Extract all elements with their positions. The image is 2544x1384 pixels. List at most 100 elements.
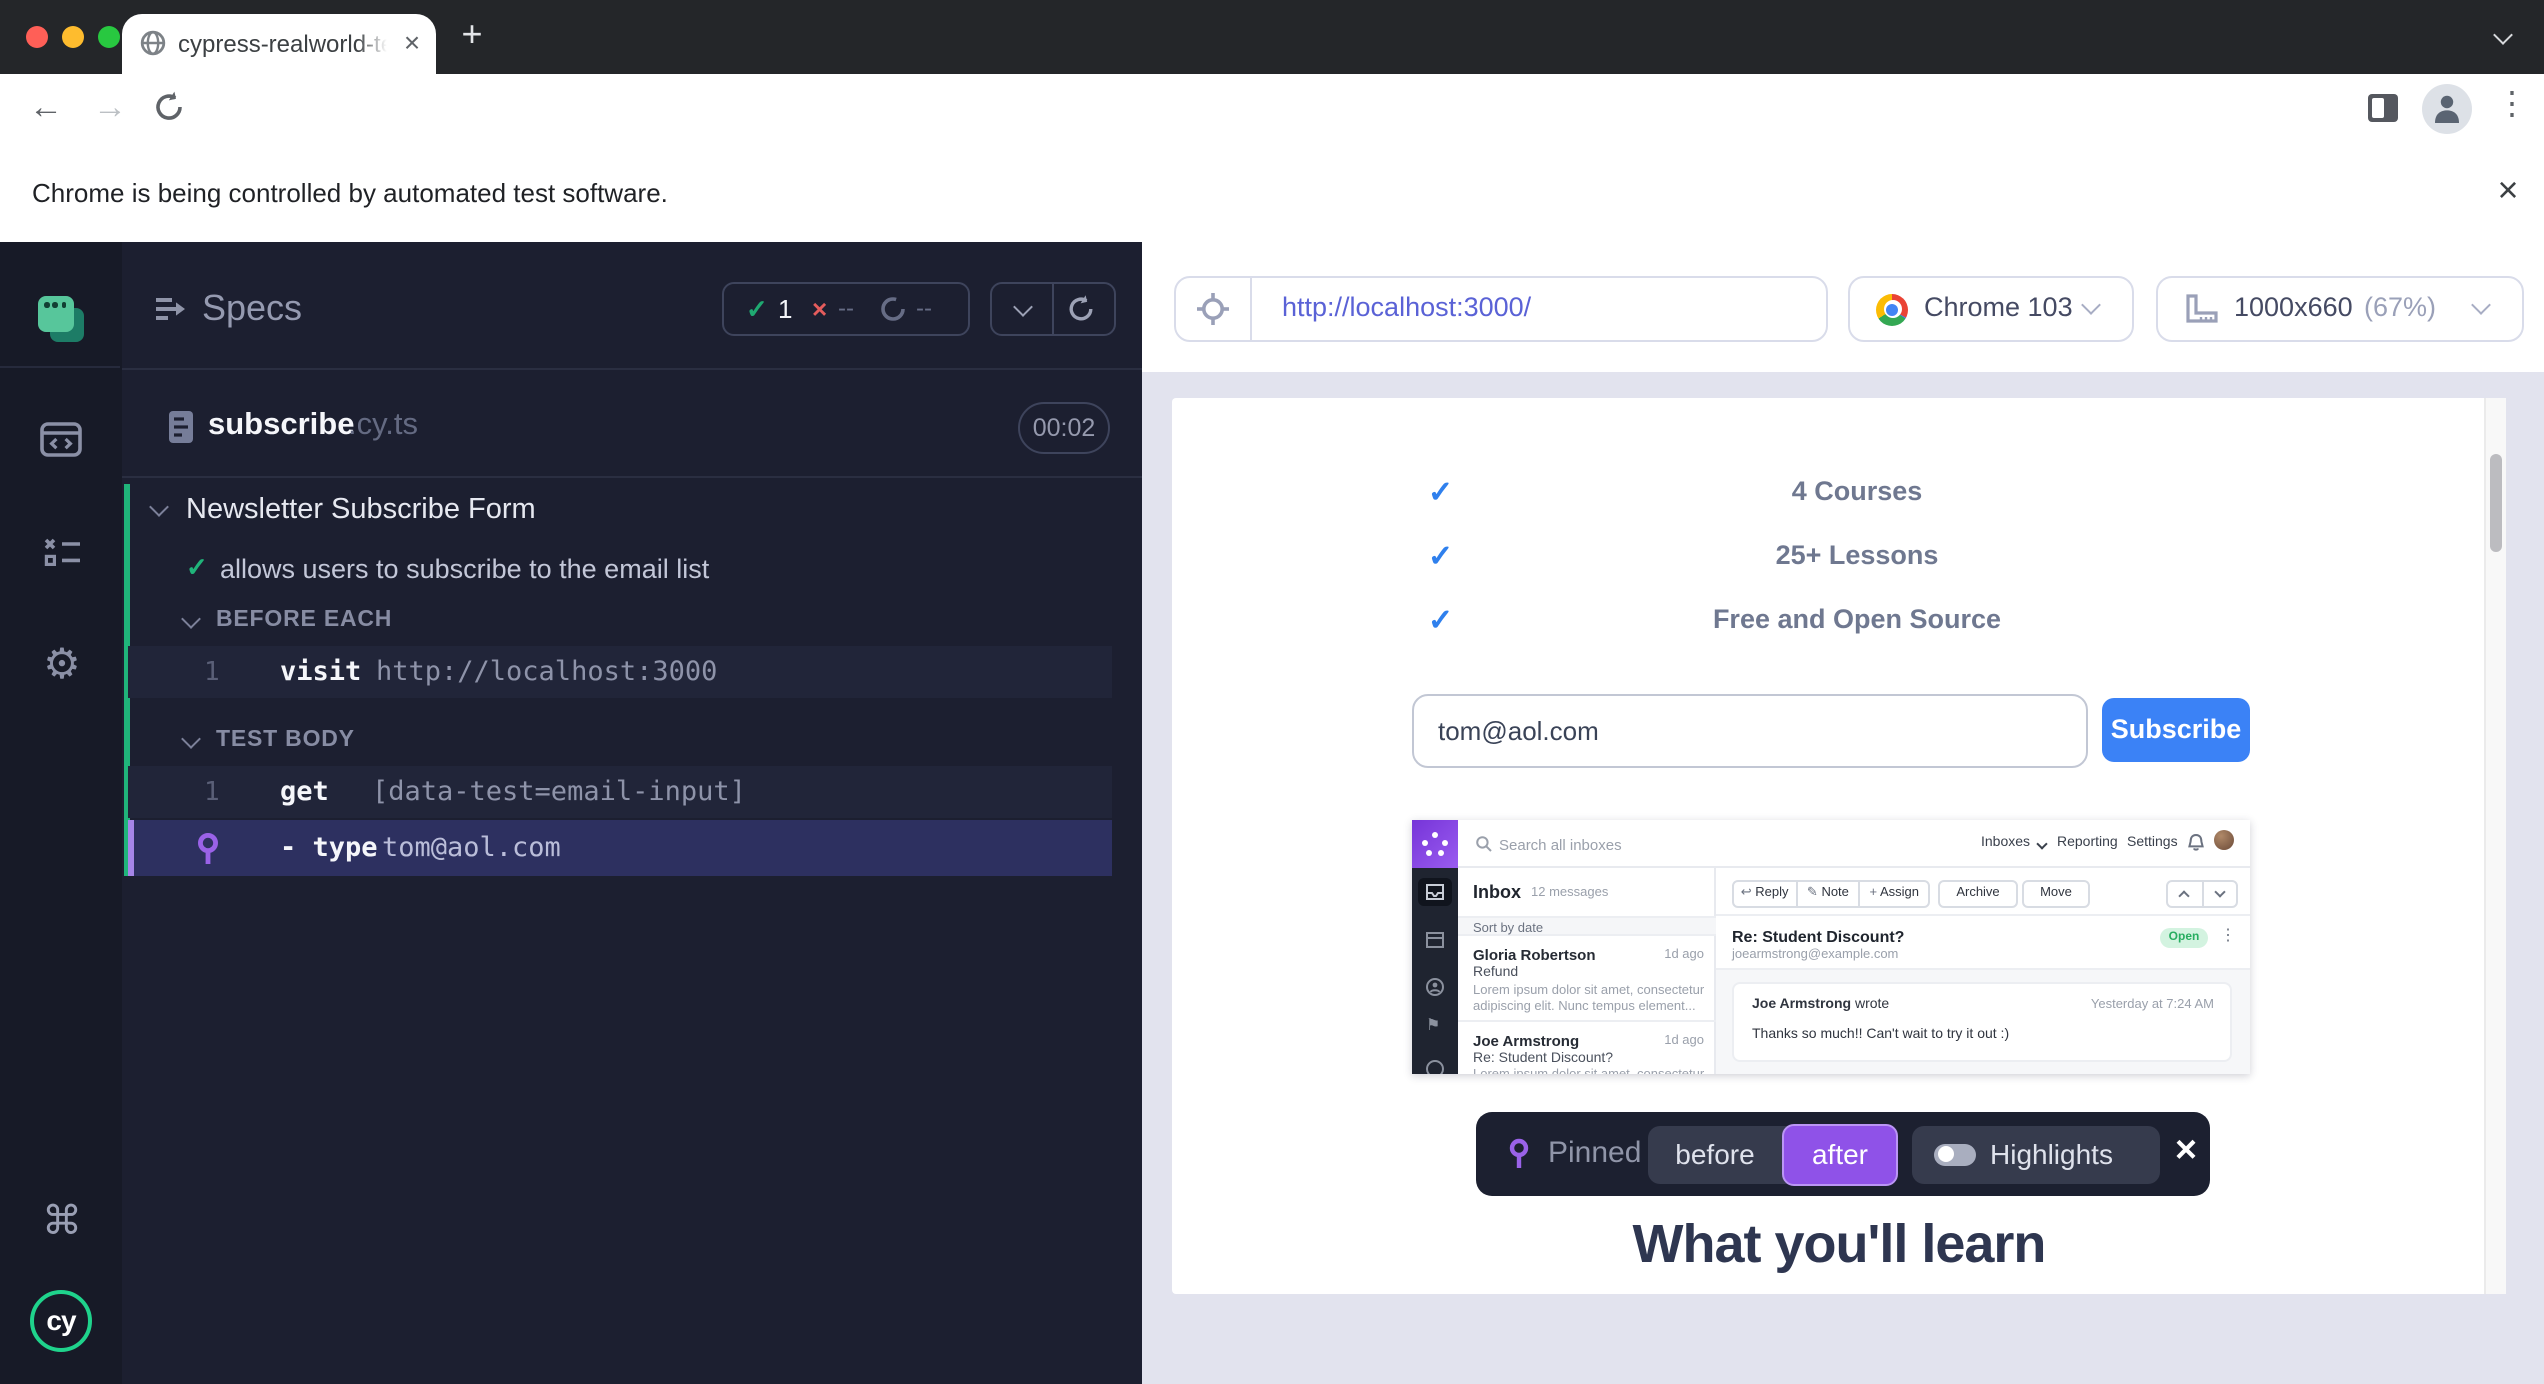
failed-count: -- — [838, 294, 854, 322]
passed-icon: ✓ — [746, 294, 768, 326]
inbox-sort-bar[interactable]: Sort by date — [1457, 916, 1716, 936]
flag-icon[interactable]: ⚑ — [1426, 1016, 1440, 1034]
feature-row: ✓ 4 Courses — [1172, 474, 2506, 506]
infobar-message: Chrome is being controlled by automated … — [32, 178, 668, 208]
inbox-nav-reporting[interactable]: Reporting — [2057, 836, 2118, 850]
archive-button[interactable]: Archive — [1938, 880, 2018, 908]
send-icon[interactable] — [1426, 1060, 1444, 1074]
new-tab-button[interactable]: + — [452, 14, 492, 58]
browser-tab[interactable]: cypress-realworld-testing-cou × — [122, 14, 436, 74]
test-body-label: TEST BODY — [216, 728, 355, 752]
spec-stats[interactable]: ✓ 1 × -- -- — [722, 282, 970, 336]
email-input[interactable] — [1412, 694, 2088, 768]
reload-button[interactable] — [152, 90, 186, 124]
command-arg: tom@aol.com — [382, 832, 561, 864]
specs-icon — [154, 294, 190, 324]
mac-minimize-button[interactable] — [62, 26, 84, 48]
thread-area: Joe Armstrong wrote Yesterday at 7:24 AM… — [1716, 968, 2250, 1074]
side-panel-icon[interactable] — [2368, 94, 2398, 122]
highlights-label: Highlights — [1990, 1137, 2113, 1169]
mac-zoom-button[interactable] — [98, 26, 120, 48]
selector-playground-button[interactable] — [1176, 278, 1252, 340]
move-button[interactable]: Move — [2022, 880, 2090, 908]
pager-buttons[interactable] — [2166, 880, 2238, 908]
inbox-app-logo — [1412, 820, 1457, 868]
aut-scrollbar-thumb[interactable] — [2490, 454, 2502, 552]
spec-file-ext: .cy.ts — [348, 408, 418, 444]
inbox-app-sidebar: ⚑ — [1412, 868, 1457, 1074]
command-row-visit[interactable]: 1 visit http://localhost:3000 — [128, 646, 1112, 698]
command-name: visit — [280, 656, 361, 688]
inbox-detail-toolbar: ↩ Reply ✎ Note + Assign Archive Move — [1716, 868, 2250, 916]
back-button[interactable]: ← — [24, 86, 68, 130]
suite-row[interactable]: Newsletter Subscribe Form — [122, 490, 1142, 534]
highlights-toggle[interactable] — [1934, 1143, 1976, 1165]
subscribe-button[interactable]: Subscribe — [2102, 698, 2250, 762]
inbox-nav-selected[interactable] — [1418, 878, 1451, 906]
viewport-select[interactable]: 1000x660 (67%) — [2156, 276, 2524, 342]
sidebar-item-settings-gear-icon[interactable]: ⚙ — [38, 642, 86, 690]
test-title: allows users to subscribe to the email l… — [220, 554, 709, 584]
aut-iframe: ✓ 4 Courses ✓ 25+ Lessons ✓ Free and Ope… — [1172, 398, 2506, 1294]
unpin-close-icon[interactable]: × — [2170, 1128, 2202, 1176]
ruler-icon — [2186, 294, 2218, 324]
pencil-icon: ✎ — [1807, 886, 1818, 900]
tab-close-icon[interactable]: × — [398, 26, 426, 60]
aut-scrollbar-track[interactable] — [2484, 398, 2506, 1294]
sidebar-item-specs[interactable] — [40, 422, 82, 458]
message-sender: Joe Armstrong — [1473, 1032, 1579, 1050]
archive-icon[interactable] — [1426, 932, 1444, 948]
collapse-all-chevron-icon[interactable] — [1013, 297, 1033, 317]
sidebar-divider — [0, 366, 120, 368]
tabstrip-chevron-icon[interactable] — [2493, 25, 2513, 45]
contact-icon[interactable] — [1426, 978, 1444, 996]
command-arg: [data-test=email-input] — [372, 776, 746, 808]
next-message-button — [2201, 882, 2236, 906]
browser-select[interactable]: Chrome 103 — [1848, 276, 2134, 342]
tab-title-fade — [358, 30, 394, 60]
command-name: get — [280, 776, 329, 808]
sidebar-item-runs[interactable] — [42, 536, 82, 570]
test-row[interactable]: ✓ allows users to subscribe to the email… — [122, 550, 1142, 590]
inbox-nav-settings[interactable]: Settings — [2127, 836, 2178, 850]
before-button[interactable]: before — [1648, 1125, 1782, 1183]
spec-file-icon — [168, 410, 194, 444]
after-button[interactable]: after — [1782, 1123, 1898, 1185]
reply-note-assign-group[interactable]: ↩ Reply ✎ Note + Assign — [1732, 880, 1930, 908]
cypress-app-icon[interactable] — [36, 294, 88, 346]
pin-icon[interactable] — [194, 832, 222, 866]
bell-icon[interactable] — [2187, 834, 2203, 852]
mac-close-button[interactable] — [26, 26, 48, 48]
profile-avatar[interactable] — [2422, 84, 2472, 134]
message-time: 1d ago — [1664, 947, 1704, 961]
person-plus-icon: + — [1870, 886, 1878, 900]
highlights-toggle-group[interactable]: Highlights — [1912, 1125, 2160, 1183]
inbox-detail-pane: ↩ Reply ✎ Note + Assign Archive Move Re:… — [1716, 868, 2250, 1074]
message-preview: Lorem ipsum dolor sit amet, consectetur — [1473, 1068, 1704, 1074]
list-item[interactable]: Joe Armstrong 1d ago Re: Student Discoun… — [1457, 1022, 1716, 1074]
inbox-user-avatar[interactable] — [2213, 830, 2233, 850]
command-row-type-pinned[interactable]: - type tom@aol.com — [128, 820, 1112, 876]
inbox-nav-inboxes[interactable]: Inboxes — [1981, 836, 2030, 850]
browser-select-chevron-icon — [2081, 295, 2101, 315]
course-screenshot-inbox-app: ⚑ Search all inboxes Inboxes Reporting S… — [1412, 820, 2250, 1074]
aut-url[interactable]: http://localhost:3000/ — [1282, 292, 1531, 322]
detail-kebab-icon[interactable]: ⋮ — [2220, 926, 2236, 944]
before-each-header[interactable]: BEFORE EACH — [122, 604, 1142, 640]
page-title: What you'll learn — [1172, 1214, 2506, 1276]
command-row-get[interactable]: 1 get [data-test=email-input] — [128, 766, 1112, 818]
browser-menu-kebab-icon[interactable]: ⋮ — [2496, 84, 2528, 124]
inbox-topbar: Search all inboxes Inboxes Reporting Set… — [1457, 820, 2250, 868]
list-item[interactable]: Gloria Robertson 1d ago Refund Lorem ips… — [1457, 936, 1716, 1018]
message-subject: Re: Student Discount? — [1473, 1052, 1613, 1066]
inbox-search-input[interactable]: Search all inboxes — [1499, 836, 1622, 854]
keyboard-shortcuts-command-icon[interactable]: ⌘ — [40, 1200, 84, 1244]
message-body: Thanks so much!! Can't wait to try it ou… — [1752, 1028, 2009, 1042]
infobar-close-icon[interactable]: × — [2490, 170, 2526, 214]
spec-file-row[interactable]: subscribe .cy.ts 00:02 — [122, 396, 1142, 458]
cypress-logo[interactable]: cy — [30, 1290, 92, 1352]
screen: cypress-realworld-testing-cou × + ← → i … — [0, 0, 2544, 1384]
test-body-header[interactable]: TEST BODY — [122, 724, 1142, 760]
forward-button[interactable]: → — [88, 86, 132, 130]
refresh-icon[interactable] — [1066, 294, 1096, 324]
